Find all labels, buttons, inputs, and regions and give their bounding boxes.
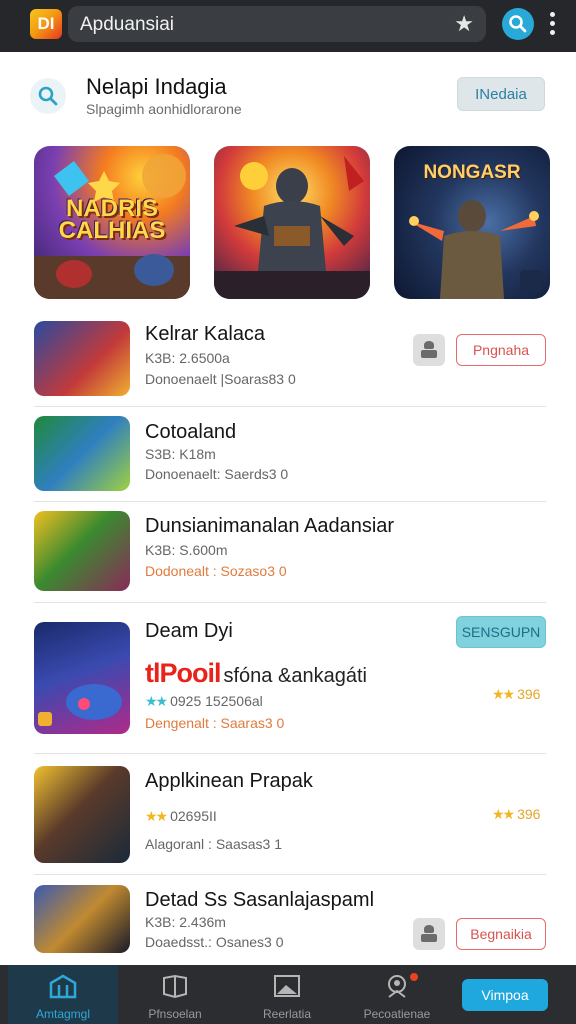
app-downloads: Alagoranl : Saasas3 1 xyxy=(145,836,282,852)
app-size: K3B: 2.436m xyxy=(145,914,226,930)
app-downloads: Donoenaelt |Soaras83 0 xyxy=(145,371,296,387)
install-button[interactable]: Pngnaha xyxy=(456,334,546,366)
profile-icon[interactable] xyxy=(413,918,445,950)
address-text: Apduansiai xyxy=(80,14,175,35)
nav-item-home[interactable]: Amtagmgl xyxy=(8,965,118,1024)
app-downloads: Doaedsst.: Osanes3 0 xyxy=(145,934,284,950)
divider xyxy=(34,874,546,875)
app-downloads: Dengenalt : Saaras3 0 xyxy=(145,715,285,731)
book-icon xyxy=(163,974,187,999)
app-title[interactable]: Dunsianimanalan Aadansiar xyxy=(145,515,394,538)
home-gate-icon xyxy=(49,974,77,999)
app-title[interactable]: Detad Ss Sasanlajaspaml xyxy=(145,889,374,912)
app-title[interactable]: Applkinean Prapak xyxy=(145,770,313,793)
star-icon[interactable]: ★ xyxy=(454,11,474,37)
game-artwork xyxy=(38,684,122,726)
promo-line: tlPooil sfóna &ankagáti xyxy=(145,658,367,689)
divider xyxy=(34,406,546,407)
app-downloads: Dodonealt : Sozaso3 0 xyxy=(145,563,287,579)
kebab-menu-icon[interactable] xyxy=(545,10,559,38)
app-size: ★★ 02695II xyxy=(145,808,217,824)
search-icon[interactable] xyxy=(502,8,534,40)
open-button[interactable]: SENSGUPN xyxy=(456,616,546,648)
app-rating: ★★ 396 xyxy=(492,806,541,822)
app-icon[interactable] xyxy=(34,511,130,591)
rating-stars-icon: ★★ xyxy=(492,686,515,702)
browser-top-bar: DI Apduansiai ★ xyxy=(0,0,576,52)
app-icon[interactable] xyxy=(34,321,130,396)
page-subtitle: Slpagimh aonhidlorarone xyxy=(86,101,242,117)
nav-item-library[interactable]: Pfnsoelan xyxy=(120,965,230,1024)
image-icon xyxy=(274,975,300,997)
promo-text: sfóna &ankagáti xyxy=(223,665,367,687)
profile-icon[interactable] xyxy=(413,334,445,366)
search-icon[interactable] xyxy=(30,78,66,114)
app-icon[interactable] xyxy=(34,766,130,863)
app-downloads: Donoenaelt: Saerds3 0 xyxy=(145,466,289,482)
install-button[interactable]: Begnaikia xyxy=(456,918,546,950)
nav-label: Pecoatienae xyxy=(363,1007,431,1021)
app-title[interactable]: Deam Dyi xyxy=(145,620,233,643)
app-icon[interactable] xyxy=(34,885,130,953)
featured-game-tile[interactable]: NONGASR xyxy=(394,146,550,299)
featured-game-tile[interactable] xyxy=(214,146,370,299)
nav-cta-button[interactable]: Vimpoa xyxy=(462,979,548,1011)
divider xyxy=(34,501,546,502)
app-rating: ★★ 396 xyxy=(492,686,541,702)
app-size: ★★ 0925 152506al xyxy=(145,693,263,709)
header-action-button[interactable]: INedaia xyxy=(457,77,545,111)
rating-stars-icon: ★★ xyxy=(492,806,515,822)
user-location-icon xyxy=(388,975,406,998)
featured-game-tile[interactable]: NADRIS CALHIAS xyxy=(34,146,190,299)
nav-item-gallery[interactable]: Reerlatia xyxy=(232,965,342,1024)
rating-stars-icon: ★★ xyxy=(145,808,168,824)
app-size: K3B: S.600m xyxy=(145,542,228,558)
nav-label: Pfnsoelan xyxy=(148,1007,202,1021)
app-title[interactable]: Cotoaland xyxy=(145,421,236,444)
nav-label: Amtagmgl xyxy=(35,1007,91,1021)
divider xyxy=(34,753,546,754)
address-bar[interactable]: Apduansiai ★ xyxy=(68,6,486,42)
app-logo[interactable]: DI xyxy=(30,9,62,39)
app-icon[interactable] xyxy=(34,416,130,491)
app-size: K3B: 2.6500a xyxy=(145,350,230,366)
divider xyxy=(34,602,546,603)
tile-title: NADRIS CALHIAS xyxy=(58,195,166,244)
app-icon[interactable] xyxy=(34,622,130,734)
game-artwork xyxy=(214,156,370,299)
app-title[interactable]: Kelrar Kalaca xyxy=(145,323,265,346)
brand-logo: tlPooil xyxy=(145,658,221,688)
nav-label: Reerlatia xyxy=(262,1007,312,1021)
tile-title: NONGASR xyxy=(423,162,521,183)
rating-stars-icon: ★★ xyxy=(145,693,168,709)
page-title: Nelapi Indagia xyxy=(86,74,227,99)
notification-badge xyxy=(410,973,418,981)
nav-item-profile[interactable]: Pecoatienae xyxy=(342,965,452,1024)
app-size: S3B: K18m xyxy=(145,446,216,462)
